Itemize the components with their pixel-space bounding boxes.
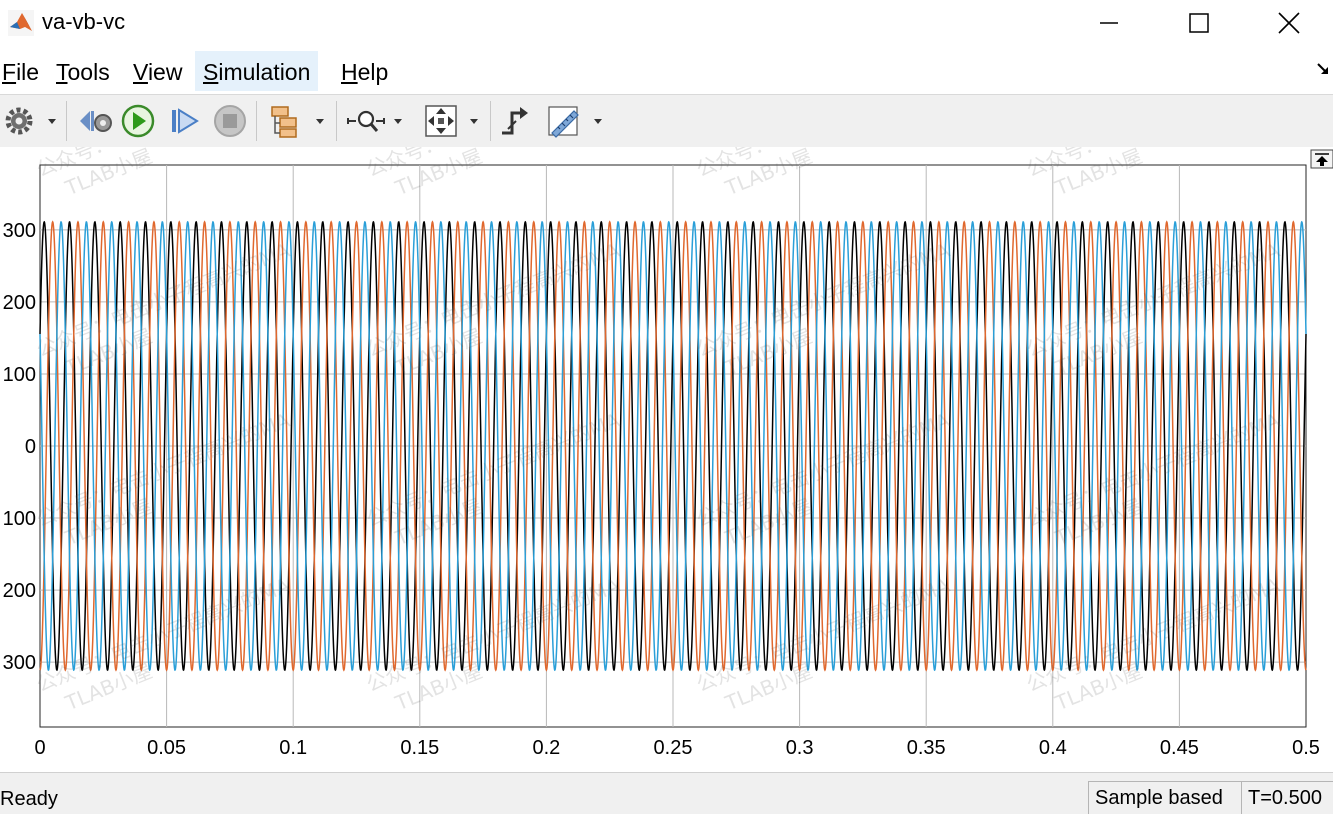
x-tick-label: 0.15 [400,737,439,759]
minimize-icon [1100,22,1118,24]
fit-to-view-icon [425,105,478,137]
title-bar: va-vb-vc [0,0,1333,46]
restore-view-button[interactable] [1310,149,1333,169]
menu-view[interactable]: View [131,51,184,91]
menu-file-label: ile [16,59,40,85]
step-forward-button[interactable] [164,103,204,139]
zoom-icon [347,110,402,132]
toolbar-separator [490,101,491,141]
toolbar-separator [256,101,257,141]
menu-bar: File Tools View Simulation Help [0,50,1333,92]
toolbar-separator [336,101,337,141]
x-tick-label: 0.35 [907,737,946,759]
measurements-button[interactable] [544,103,608,139]
menu-view-mnemonic: V [133,59,148,85]
y-tick-label: 300 [3,220,36,242]
scope-chart[interactable]: 0 0.05 0.1 0.15 0.2 0.25 0.3 0.35 0.4 0.45 0.5 300 2… [0,58,1333,772]
menu-tools[interactable]: Tools [54,51,112,91]
restore-view-stem-icon [1320,161,1324,166]
triggers-button[interactable] [496,103,536,139]
x-tick-label: 0.3 [786,737,814,759]
y-tick-label: 200 [3,580,36,602]
toolbar-separator [66,101,67,141]
menu-help[interactable]: Help [339,51,390,91]
step-forward-icon [172,108,199,134]
stop-icon [214,105,246,137]
signal-hierarchy-icon [271,106,324,138]
menu-tools-mnemonic: T [56,59,68,85]
x-tick-label: 0.05 [147,737,186,759]
sample-mode-indicator: Sample based [1088,781,1244,814]
scope-plot-area[interactable]: 0 0.05 0.1 0.15 0.2 0.25 0.3 0.35 0.4 0.45 0.5 300 2… [0,58,1333,772]
toolbar [0,94,1333,148]
y-tick-label: 200 [3,292,36,314]
menu-simulation-mnemonic: S [203,59,219,85]
settings-gear-icon [5,107,56,135]
step-back-button[interactable] [76,103,116,139]
run-button[interactable] [118,103,158,139]
dock-arrow-icon[interactable] [1316,62,1330,76]
window-title: va-vb-vc [42,9,126,34]
y-tick-label: 0 [25,436,36,458]
signal-hierarchy-button[interactable] [266,103,330,139]
menu-view-label: iew [147,59,183,85]
run-icon [121,104,155,138]
close-icon [1278,12,1300,34]
y-tick-label: 100 [3,508,36,530]
x-tick-label: 0.1 [279,737,307,759]
minimize-button[interactable] [1064,0,1154,46]
triggers-icon [502,107,528,135]
x-tick-label: 0.45 [1160,737,1199,759]
menu-tools-label: ools [67,59,110,85]
x-tick-label: 0.2 [532,737,560,759]
menu-file-mnemonic: F [2,59,17,85]
x-tick-label: 0.4 [1039,737,1067,759]
stop-button[interactable] [210,103,250,139]
simulation-time-indicator: T=0.500 [1241,781,1333,814]
y-tick-label: 300 [3,652,36,674]
status-ready-text: Ready [0,788,58,810]
maximize-button[interactable] [1154,0,1244,46]
close-button[interactable] [1244,0,1333,46]
fit-to-view-button[interactable] [420,103,486,139]
menu-help-mnemonic: H [341,59,358,85]
y-tick-label: 100 [3,364,36,386]
measurements-ruler-icon [548,106,602,138]
x-tick-label: 0.25 [654,737,693,759]
menu-simulation[interactable]: Simulation [195,51,319,91]
status-bar: Ready Sample based T=0.500 [0,772,1333,814]
menu-help-label: elp [357,59,389,85]
menu-simulation-label: imulation [218,59,311,85]
x-tick-label: 0.5 [1292,737,1320,759]
matlab-logo-icon [8,10,34,36]
menu-file[interactable]: File [0,51,41,91]
settings-button[interactable] [2,103,60,139]
zoom-button[interactable] [344,103,410,139]
step-back-icon [80,111,112,132]
x-tick-label: 0 [34,737,45,759]
maximize-icon [1189,13,1209,33]
